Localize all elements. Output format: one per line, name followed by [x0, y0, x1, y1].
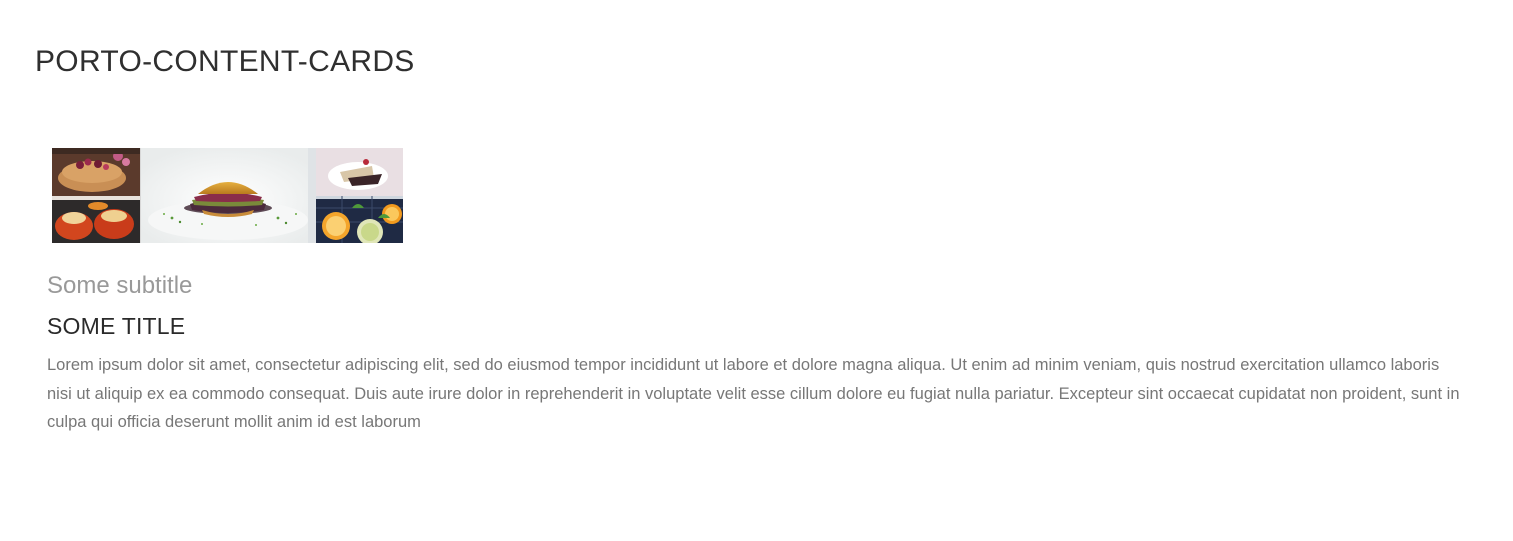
card-subtitle: Some subtitle [47, 272, 193, 299]
card-body-text: Lorem ipsum dolor sit amet, consectetur … [47, 356, 1460, 431]
food-collage-image [52, 148, 403, 243]
card-title: SOME TITLE [47, 313, 186, 339]
page-title: PORTO-CONTENT-CARDS [35, 45, 415, 78]
